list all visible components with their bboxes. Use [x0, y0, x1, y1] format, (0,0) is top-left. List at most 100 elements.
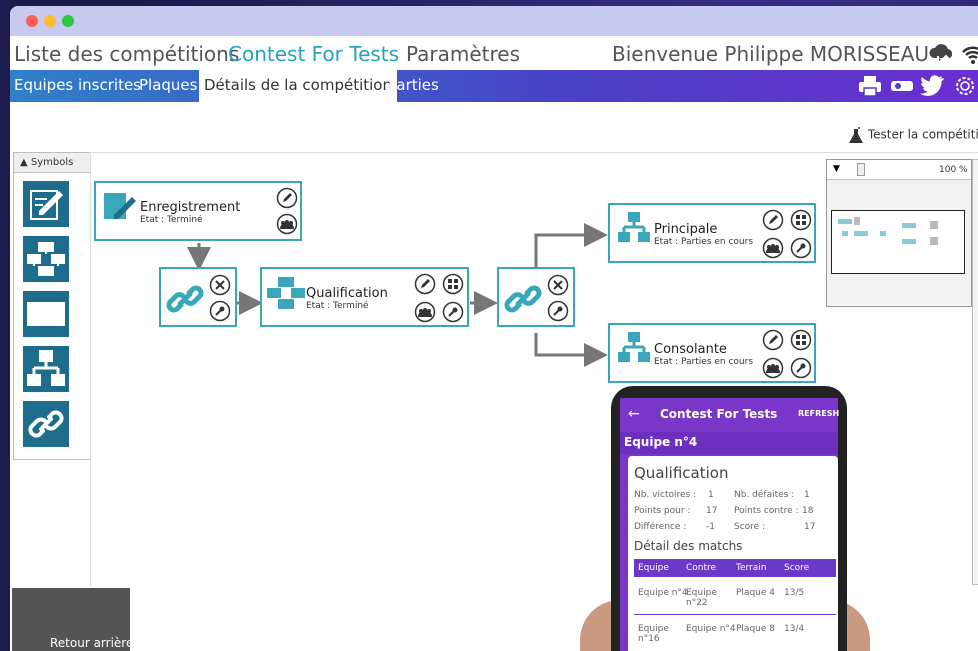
match-cell: 13/4: [784, 624, 805, 634]
col-header: Score: [784, 563, 810, 573]
stat-value: 1: [708, 490, 714, 500]
minimize-window-button[interactable]: [44, 15, 56, 27]
menu-details[interactable]: Détails de la compétition: [199, 70, 397, 102]
plates-grid-icon[interactable]: [790, 209, 812, 231]
printer-icon[interactable]: [858, 75, 882, 97]
teams-group-icon[interactable]: [762, 357, 784, 379]
phone-refresh-button[interactable]: REFRESH: [798, 409, 839, 418]
symbols-palette: ▲ Symbols: [13, 152, 91, 460]
back-button-label: Retour arrière: [50, 636, 134, 650]
stat-value: 17: [706, 506, 718, 516]
symbol-blank[interactable]: [23, 291, 69, 337]
projector-icon[interactable]: [890, 79, 914, 93]
menu-bar: Equipes inscrites Plaques Détails de la …: [10, 70, 978, 102]
pool-icon: [27, 242, 65, 276]
stat-label: Nb. défaites :: [734, 490, 795, 500]
stat-label: Points contre :: [734, 506, 799, 516]
delete-x-icon[interactable]: [209, 274, 231, 296]
teams-group-icon[interactable]: [414, 301, 436, 323]
node-registration-state: Etat : Terminé: [140, 215, 203, 225]
bracket-tree-icon: [618, 332, 650, 362]
node-principale-state: Etat : Parties en cours: [654, 237, 754, 247]
edit-pencil-icon[interactable]: [762, 329, 784, 351]
key-icon[interactable]: [790, 237, 812, 259]
node-principale[interactable]: Principale Etat : Parties en cours: [608, 203, 816, 263]
nav-contest-link[interactable]: Contest For Tests: [228, 42, 399, 66]
menu-parties[interactable]: Parties: [388, 76, 439, 94]
flask-icon: [849, 127, 863, 143]
symbol-link[interactable]: [23, 401, 69, 447]
pool-icon: [267, 277, 305, 309]
wifi-icon: [962, 46, 978, 64]
match-cell: Equipe n°16: [638, 624, 669, 644]
symbol-bracket[interactable]: [23, 346, 69, 392]
teams-group-icon[interactable]: [762, 237, 784, 259]
stat-value: 1: [804, 490, 810, 500]
key-icon[interactable]: [442, 301, 464, 323]
match-cell: Equipe n°22: [686, 588, 717, 608]
test-competition-label: Tester la compétition: [867, 127, 978, 142]
col-header: Equipe: [638, 563, 669, 573]
phone-back-arrow-icon[interactable]: ←: [628, 406, 640, 422]
phone-mockup: ← Contest For Tests REFRESH Equipe n°4 Q…: [611, 386, 847, 651]
node-link-2[interactable]: [497, 267, 575, 327]
edit-pencil-icon[interactable]: [762, 209, 784, 231]
twitter-icon[interactable]: [920, 75, 944, 97]
palette-title: Symbols: [30, 157, 74, 168]
node-qualification[interactable]: Qualification Etat : Terminé: [260, 267, 469, 327]
vertical-scrollbar[interactable]: [972, 159, 978, 585]
menu-equipes[interactable]: Equipes inscrites: [14, 76, 141, 94]
edit-pencil-icon[interactable]: [414, 273, 436, 295]
plates-grid-icon[interactable]: [442, 273, 464, 295]
maximize-window-button[interactable]: [62, 15, 74, 27]
edit-pencil-icon[interactable]: [276, 187, 298, 209]
stat-value: 18: [802, 506, 814, 516]
test-competition-button[interactable]: Tester la compétition: [848, 126, 978, 144]
stat-label: Nb. victoires :: [634, 490, 697, 500]
phone-screen: ← Contest For Tests REFRESH Equipe n°4 Q…: [620, 398, 839, 651]
register-pencil-icon: [30, 190, 63, 220]
symbol-registration[interactable]: [23, 181, 69, 227]
cloud-sync-icon[interactable]: [928, 42, 956, 68]
row-divider: [634, 614, 836, 615]
col-header: Terrain: [736, 563, 767, 573]
node-registration-title: Enregistrement: [140, 200, 241, 215]
node-registration[interactable]: Enregistrement Etat : Terminé: [94, 181, 302, 241]
node-qualification-title: Qualification: [306, 286, 388, 301]
back-button[interactable]: Retour arrière: [12, 588, 134, 651]
link-chain-icon: [28, 410, 64, 438]
stat-value: 17: [804, 522, 816, 532]
bracket-tree-icon: [618, 212, 650, 242]
key-icon[interactable]: [209, 300, 231, 322]
menu-plaques[interactable]: Plaques: [139, 76, 197, 94]
register-pencil-icon: [104, 193, 136, 219]
overview-panel[interactable]: ▼ 100 %: [826, 159, 972, 307]
nav-params-link[interactable]: Paramètres: [406, 42, 520, 66]
symbol-pool[interactable]: [23, 236, 69, 282]
stat-label: Score :: [734, 522, 766, 532]
bracket-tree-icon: [27, 350, 65, 386]
node-link-1[interactable]: [159, 267, 237, 327]
close-window-button[interactable]: [26, 15, 38, 27]
rectangle-icon: [27, 302, 65, 326]
link-chain-icon: [166, 285, 204, 313]
delete-x-icon[interactable]: [547, 274, 569, 296]
link-chain-icon: [504, 285, 542, 313]
node-consolante[interactable]: Consolante Etat : Parties en cours: [608, 323, 816, 383]
title-bar: [10, 6, 978, 36]
teams-group-icon[interactable]: [276, 213, 298, 235]
nav-competitions-link[interactable]: Liste des compétitions: [14, 42, 239, 66]
settings-gear-icon[interactable]: [954, 75, 976, 97]
zoom-slider-handle[interactable]: [857, 163, 865, 176]
palette-header[interactable]: ▲ Symbols: [14, 153, 90, 173]
overview-toolbar: ▼ 100 %: [827, 160, 971, 180]
plates-grid-icon[interactable]: [790, 329, 812, 351]
key-icon[interactable]: [790, 357, 812, 379]
phone-app-bar: ← Contest For Tests REFRESH: [620, 398, 839, 432]
match-cell: Plaque 8: [736, 624, 775, 634]
key-icon[interactable]: [547, 300, 569, 322]
overview-collapse-icon[interactable]: ▼: [833, 164, 840, 174]
stat-label: Points pour :: [634, 506, 691, 516]
overview-viewport[interactable]: [831, 210, 965, 274]
overview-minimap: [838, 217, 938, 245]
